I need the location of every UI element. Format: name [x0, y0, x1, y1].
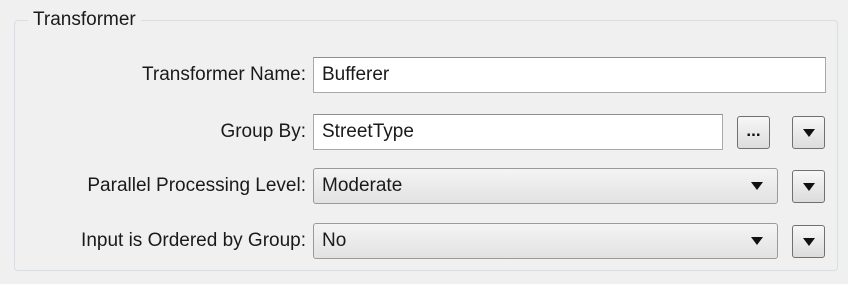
- ellipsis-icon: ...: [746, 121, 761, 140]
- input-ordered-options-button[interactable]: [792, 225, 825, 258]
- input-ordered-select[interactable]: No: [313, 223, 778, 259]
- parallel-processing-value: Moderate: [322, 175, 403, 196]
- parallel-processing-select[interactable]: Moderate: [313, 168, 778, 204]
- group-by-input[interactable]: StreetType: [313, 114, 723, 150]
- group-by-label: Group By:: [220, 121, 306, 142]
- transformer-name-label: Transformer Name:: [142, 64, 306, 85]
- group-by-row: Group By: StreetType ...: [0, 112, 848, 152]
- chevron-down-icon: [751, 237, 763, 245]
- transformer-name-row: Transformer Name: Bufferer: [0, 55, 848, 95]
- chevron-down-icon: [803, 183, 815, 191]
- group-by-browse-button[interactable]: ...: [737, 116, 770, 149]
- input-ordered-row: Input is Ordered by Group: No: [0, 221, 848, 261]
- chevron-down-icon: [803, 129, 815, 137]
- group-by-options-button[interactable]: [792, 116, 825, 149]
- input-ordered-value: No: [322, 230, 347, 251]
- parallel-processing-row: Parallel Processing Level: Moderate: [0, 166, 848, 206]
- transformer-name-input[interactable]: Bufferer: [313, 57, 826, 93]
- chevron-down-icon: [803, 238, 815, 246]
- chevron-down-icon: [751, 182, 763, 190]
- parallel-processing-label: Parallel Processing Level:: [87, 175, 306, 196]
- input-ordered-label: Input is Ordered by Group:: [81, 230, 306, 251]
- parallel-processing-options-button[interactable]: [792, 170, 825, 203]
- group-title: Transformer: [28, 8, 141, 32]
